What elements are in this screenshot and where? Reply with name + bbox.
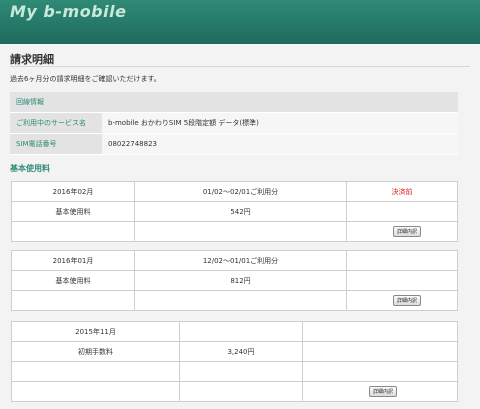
empty-cell <box>346 201 458 222</box>
line-info-table: 回線情報 ご利用中のサービス名 b-mobile おかわりSIM 5段階定額 デ… <box>10 92 458 155</box>
bill-period: 01/02～02/01ご利用分 <box>134 181 347 202</box>
status-badge: 決済前 <box>346 181 458 202</box>
empty-cell <box>302 341 458 362</box>
detail-cell: 詳細内訳 <box>346 290 458 311</box>
page-title: 請求明細 <box>10 53 54 66</box>
fee-label: 基本使用料 <box>11 270 135 291</box>
empty-cell <box>134 290 347 311</box>
fee-label: 初期手数料 <box>11 341 180 362</box>
bill-table-2016-02: 2016年02月 01/02～02/01ご利用分 決済前 基本使用料 542円 … <box>11 181 458 242</box>
service-name-label: ご利用中のサービス名 <box>10 112 102 134</box>
fee-label: 基本使用料 <box>11 201 135 222</box>
logo[interactable]: My b-mobile <box>10 2 126 21</box>
intro-text: 過去6ヶ月分の請求明細をご確認いただけます。 <box>10 75 161 83</box>
detail-cell: 詳細内訳 <box>302 381 458 402</box>
detail-button[interactable]: 詳細内訳 <box>392 295 421 306</box>
bill-month: 2016年01月 <box>11 250 135 271</box>
empty-cell <box>11 381 180 402</box>
empty-cell <box>11 290 135 311</box>
empty-cell <box>11 361 180 382</box>
empty-cell <box>346 270 458 291</box>
fee-amount: 542円 <box>134 201 347 222</box>
fee-amount: 812円 <box>134 270 347 291</box>
empty-cell <box>302 321 458 342</box>
sim-phone-label: SIM電話番号 <box>10 133 102 155</box>
bill-table-2015-11: 2015年11月 初期手数料 3,240円 詳細内訳 <box>11 321 458 402</box>
sim-phone-value: 08022748823 <box>102 133 458 155</box>
service-name-value: b-mobile おかわりSIM 5段階定額 データ(標準) <box>102 112 458 134</box>
empty-cell <box>179 361 303 382</box>
empty-cell <box>302 361 458 382</box>
empty-cell <box>179 321 303 342</box>
bill-month: 2016年02月 <box>11 181 135 202</box>
bill-month: 2015年11月 <box>11 321 180 342</box>
status-badge <box>346 250 458 271</box>
line-info-heading: 回線情報 <box>10 92 458 113</box>
title-divider <box>10 66 470 67</box>
empty-cell <box>134 221 347 242</box>
detail-button[interactable]: 詳細内訳 <box>392 226 421 237</box>
detail-cell: 詳細内訳 <box>346 221 458 242</box>
basic-usage-title: 基本使用料 <box>10 164 50 173</box>
detail-button[interactable]: 詳細内訳 <box>368 386 397 397</box>
empty-cell <box>11 221 135 242</box>
bill-table-2016-01: 2016年01月 12/02～01/01ご利用分 基本使用料 812円 詳細内訳 <box>11 250 458 311</box>
fee-amount: 3,240円 <box>179 341 303 362</box>
empty-cell <box>179 381 303 402</box>
header-bar: My b-mobile <box>0 0 480 44</box>
bill-period: 12/02～01/01ご利用分 <box>134 250 347 271</box>
